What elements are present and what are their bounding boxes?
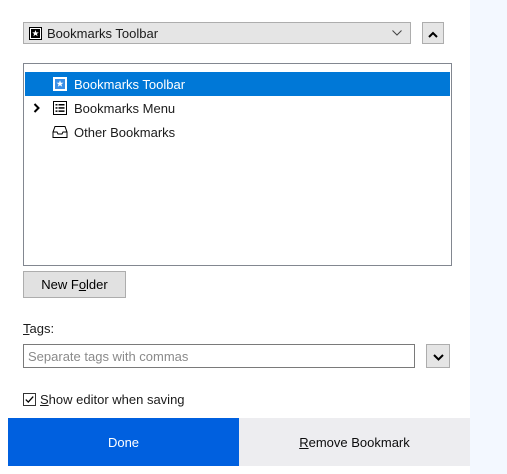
bookmarks-toolbar-icon [28,26,42,40]
tags-dropdown-button[interactable] [426,344,450,368]
checkmark-icon [25,395,34,403]
tree-item-bookmarks-toolbar[interactable]: Bookmarks Toolbar [25,72,450,96]
panel-footer: Done Remove Bookmark [8,418,470,466]
folder-tree[interactable]: Bookmarks Toolbar Bookmarks Menu Other B… [23,63,452,266]
remove-bookmark-button[interactable]: Remove Bookmark [239,418,470,466]
tree-item-other-bookmarks[interactable]: Other Bookmarks [25,120,450,144]
tags-label: Tags: [23,321,54,336]
other-bookmarks-icon [52,124,68,140]
chevron-up-icon [428,26,438,41]
tree-item-label: Bookmarks Toolbar [74,76,186,92]
show-editor-access-key: S [40,391,49,407]
page-background-right [470,0,507,474]
bookmarks-menu-icon [52,100,68,116]
remove-bookmark-access-key: R [299,434,309,450]
show-editor-label: Show editor when saving [40,392,185,407]
new-folder-access-key: o [78,277,87,292]
bookmarks-toolbar-icon [52,76,68,92]
collapse-folder-tree-button[interactable] [422,22,444,44]
chevron-down-icon [390,26,404,40]
new-folder-label-end: lder [86,277,108,292]
new-folder-label-start: New F [41,277,79,292]
new-folder-button[interactable]: New Fo lder [23,271,126,298]
folder-select-label: Bookmarks Toolbar [47,25,159,41]
remove-bookmark-label: emove Bookmark [308,434,410,450]
bookmark-editor-page: Bookmarks Toolbar Bookmarks Toolbar Book… [0,0,507,474]
tags-input[interactable] [23,344,415,368]
tree-item-bookmarks-menu[interactable]: Bookmarks Menu [25,96,450,120]
tree-item-label: Bookmarks Menu [74,100,176,116]
tags-label-text: ags: [29,321,55,336]
expand-chevron-right-icon[interactable] [31,102,43,114]
tree-item-label: Other Bookmarks [74,124,176,140]
edit-bookmark-panel: Bookmarks Toolbar Bookmarks Toolbar Book… [8,8,470,466]
done-button-label: Done [107,434,140,450]
show-editor-checkbox[interactable] [23,392,36,406]
done-button[interactable]: Done [8,418,239,466]
chevron-down-icon [432,349,444,364]
folder-select[interactable]: Bookmarks Toolbar [23,22,411,44]
show-editor-label-text: how editor when saving [48,391,185,407]
show-editor-option[interactable]: Show editor when saving [23,390,185,408]
